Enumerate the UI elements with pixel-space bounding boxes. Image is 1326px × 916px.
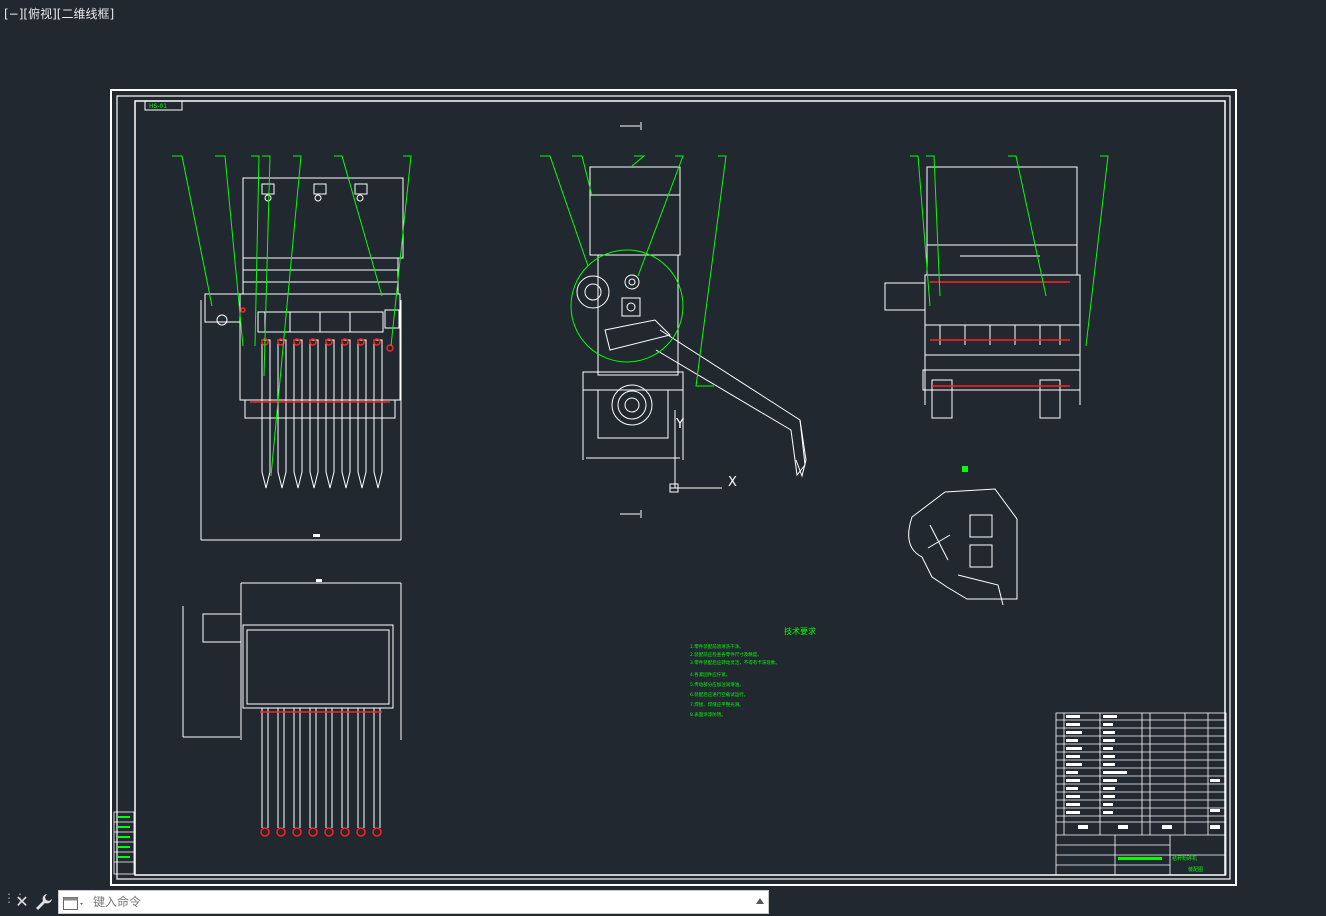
svg-text:HS-01: HS-01 [149,103,167,110]
side-view-green [540,155,727,387]
section-detail [908,488,1018,606]
command-bar: ⋮⋮ ✕ [0,888,1326,916]
title-block: 秸秆粉碎机 装配图 [1118,855,1203,873]
sheet-tag: HS-01 [144,100,183,111]
svg-text:装配图: 装配图 [1188,866,1203,873]
front-view [200,177,404,541]
axis-indicator: Y X [675,417,737,490]
command-input[interactable] [93,893,733,911]
dimension-text [313,534,320,537]
close-icon[interactable]: ✕ [14,892,30,912]
svg-text:X: X [728,475,737,490]
svg-text:秸秆粉碎机: 秸秆粉碎机 [1172,855,1197,862]
svg-text:6.装配后应进行空载试运行。: 6.装配后应进行空载试运行。 [690,691,748,698]
command-history-toggle[interactable] [756,898,764,904]
right-view-leaders [910,155,1109,347]
svg-text:2.装配前应检查各零件尺寸及精度。: 2.装配前应检查各零件尺寸及精度。 [690,651,762,658]
front-view-leaders [172,155,412,477]
top-view-dimension [316,579,322,582]
svg-text:5.传动部分应加注润滑油。: 5.传动部分应加注润滑油。 [690,681,744,688]
svg-text:4.各紧固件应拧紧。: 4.各紧固件应拧紧。 [690,671,730,678]
front-view-red [240,307,394,403]
svg-text:1.零件装配前须清洗干净。: 1.零件装配前须清洗干净。 [690,643,744,650]
wrench-icon[interactable] [34,892,54,912]
command-line-icon[interactable] [63,896,85,910]
top-view [182,582,402,828]
side-view-motor [576,275,610,309]
grip-icon[interactable]: ⋮⋮ [3,892,26,910]
right-view [884,166,1081,419]
svg-text:3.零件装配后应转动灵活，不得有卡滞现象。: 3.零件装配后应转动灵活，不得有卡滞现象。 [690,659,780,666]
command-line[interactable] [58,890,769,914]
drawing-canvas[interactable]: HS-01 Y X 技术要求 1.零件装配前须清洗干净。 2.装配前应检查各零件… [0,0,1326,888]
side-view [582,122,807,518]
svg-text:7.焊接、焊缝应平整光滑。: 7.焊接、焊缝应平整光滑。 [690,701,744,708]
svg-text:技术要求: 技术要求 [784,626,816,636]
svg-text:Y: Y [675,417,684,432]
parts-list-entries [1066,715,1220,829]
svg-text:8.表面涂漆防锈。: 8.表面涂漆防锈。 [690,711,726,718]
technical-notes: 技术要求 1.零件装配前须清洗干净。 2.装配前应检查各零件尺寸及精度。 3.零… [690,626,816,718]
parts-list [1055,712,1227,876]
section-label [962,466,968,472]
